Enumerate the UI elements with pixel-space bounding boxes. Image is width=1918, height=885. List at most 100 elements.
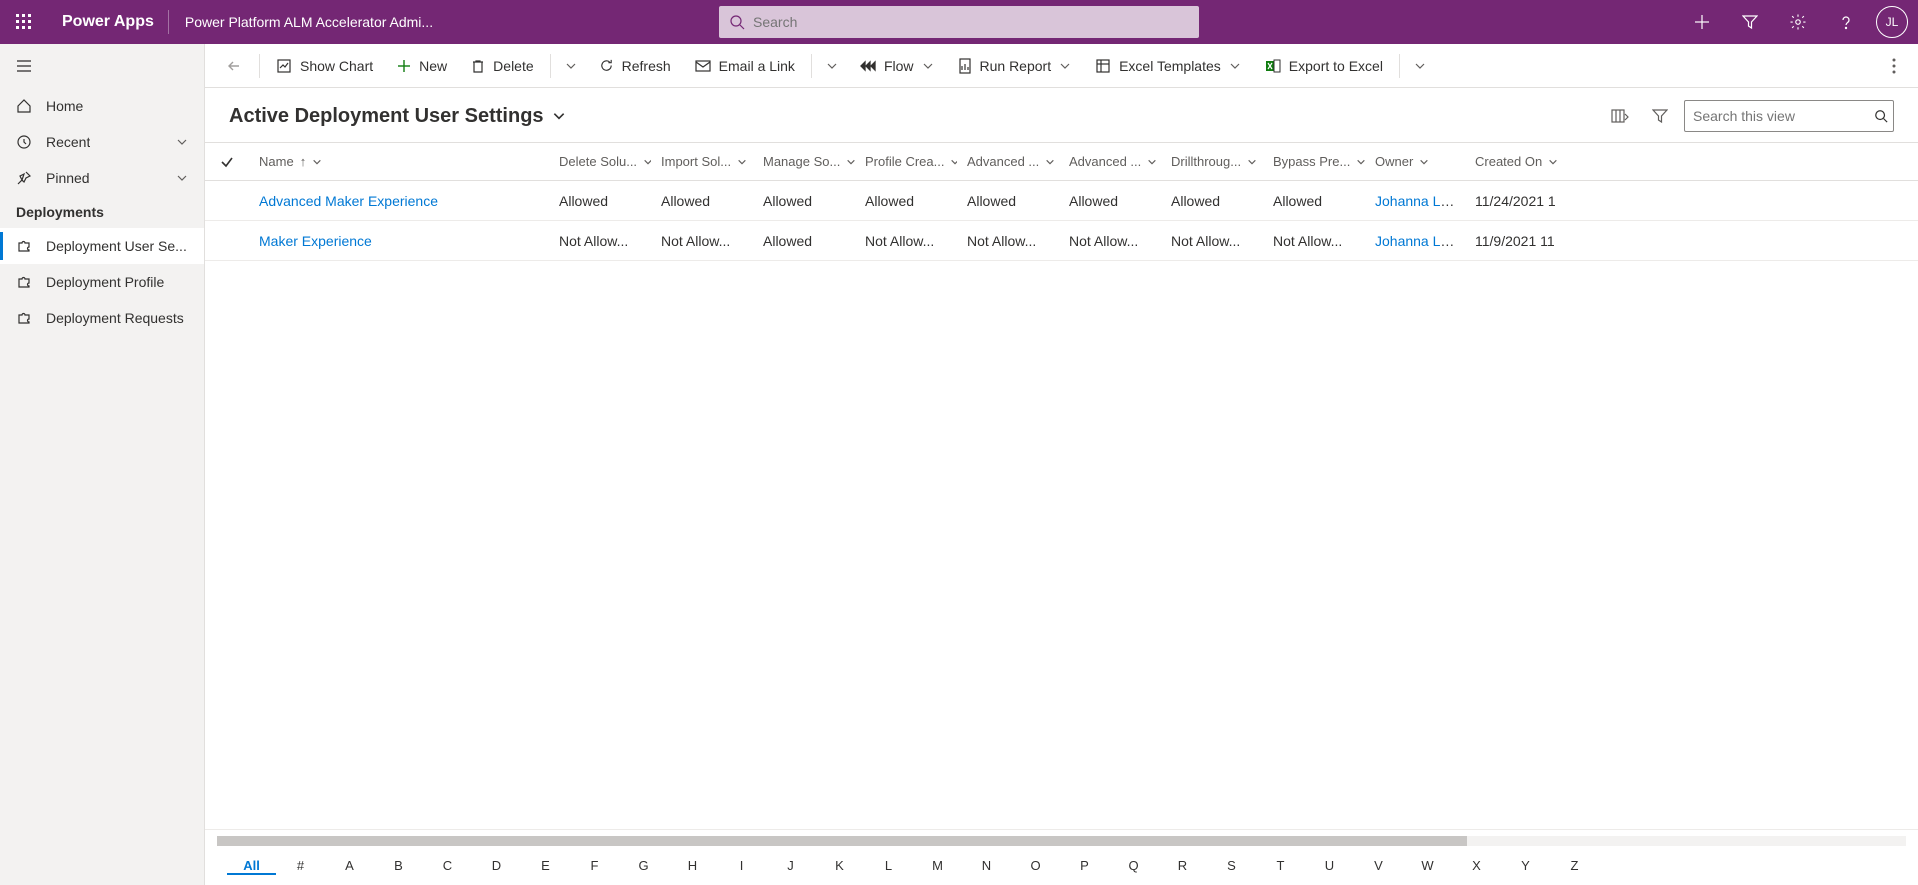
column-import-solution[interactable]: Import Sol... [651,154,753,169]
filter-view-button[interactable] [1644,100,1676,132]
index-letter[interactable]: J [766,858,815,875]
index-letter[interactable]: Y [1501,858,1550,875]
command-overflow[interactable] [1880,58,1908,74]
index-letter[interactable]: C [423,858,472,875]
record-link[interactable]: Advanced Maker Experience [259,193,438,209]
index-letter[interactable]: U [1305,858,1354,875]
nav-deployment-profile[interactable]: Deployment Profile [0,264,204,300]
record-link[interactable]: Maker Experience [259,233,372,249]
view-search-input[interactable] [1693,108,1874,124]
nav-recent[interactable]: Recent [0,124,204,160]
column-drillthrough[interactable]: Drillthroug... [1161,154,1263,169]
index-letter[interactable]: L [864,858,913,875]
index-letter[interactable]: Z [1550,858,1599,875]
index-letter[interactable]: M [913,858,962,875]
column-owner[interactable]: Owner [1365,154,1439,169]
view-selector[interactable]: Active Deployment User Settings [229,105,566,128]
index-letter[interactable]: B [374,858,423,875]
nav-deployment-requests[interactable]: Deployment Requests [0,300,204,336]
show-chart-button[interactable]: Show Chart [266,50,383,82]
cell-manage-solution: Allowed [753,233,855,249]
email-dropdown[interactable] [818,60,846,72]
column-delete-solution[interactable]: Delete Solu... [549,154,651,169]
index-letter[interactable]: O [1011,858,1060,875]
index-letter[interactable]: I [717,858,766,875]
table-row[interactable]: Advanced Maker ExperienceAllowedAllowedA… [205,181,1918,221]
mail-icon [695,59,711,73]
index-letter[interactable]: E [521,858,570,875]
index-letter[interactable]: N [962,858,1011,875]
index-letter[interactable]: Q [1109,858,1158,875]
index-letter[interactable]: P [1060,858,1109,875]
global-search[interactable] [719,6,1199,38]
user-avatar[interactable]: JL [1876,6,1908,38]
add-button[interactable] [1678,0,1726,44]
column-bypass[interactable]: Bypass Pre... [1263,154,1365,169]
scrollbar-thumb[interactable] [217,836,1467,846]
nav-home[interactable]: Home [0,88,204,124]
edit-columns-button[interactable] [1604,100,1636,132]
table-row[interactable]: Maker ExperienceNot Allow...Not Allow...… [205,221,1918,261]
cell-bypass: Not Allow... [1263,233,1365,249]
chevron-down-icon [1247,157,1257,167]
select-all-checkbox[interactable] [220,155,234,169]
grid-footer: All#ABCDEFGHIJKLMNOPQRSTUVWXYZ [205,829,1918,885]
column-name[interactable]: Name ↑ [249,154,332,169]
index-letter[interactable]: V [1354,858,1403,875]
run-report-button[interactable]: Run Report [948,50,1082,82]
column-advanced-1[interactable]: Advanced ... [957,154,1059,169]
owner-link[interactable]: Johanna Loren [1375,193,1465,209]
chevron-down-icon [1229,60,1241,72]
refresh-button[interactable]: Refresh [589,50,681,82]
app-name[interactable]: Power Apps [48,13,168,31]
filter-button[interactable] [1726,0,1774,44]
sidebar-toggle[interactable] [0,44,204,88]
nav-deployment-user-settings-label: Deployment User Se... [46,238,187,254]
index-letter[interactable]: T [1256,858,1305,875]
index-letter[interactable]: K [815,858,864,875]
chevron-down-icon [176,172,188,184]
cell-advanced-1: Allowed [957,193,1059,209]
app-launcher-icon[interactable] [0,0,48,44]
excel-templates-icon [1095,58,1111,74]
email-link-button[interactable]: Email a Link [685,50,805,82]
delete-button[interactable]: Delete [461,50,543,82]
view-search[interactable] [1684,100,1894,132]
index-letter[interactable]: F [570,858,619,875]
nav-pinned[interactable]: Pinned [0,160,204,196]
nav-deployment-user-settings[interactable]: Deployment User Se... [0,228,204,264]
index-letter[interactable]: A [325,858,374,875]
index-letter[interactable]: D [472,858,521,875]
index-letter[interactable]: R [1158,858,1207,875]
excel-templates-label: Excel Templates [1119,58,1221,74]
horizontal-scrollbar[interactable] [217,836,1906,848]
column-advanced-2[interactable]: Advanced ... [1059,154,1161,169]
index-letter[interactable]: W [1403,858,1452,875]
column-profile-creation[interactable]: Profile Crea... [855,154,957,169]
index-letter[interactable]: H [668,858,717,875]
column-created-on[interactable]: Created On [1465,154,1568,169]
flow-button[interactable]: Flow [850,50,944,82]
help-button[interactable] [1822,0,1870,44]
cell-advanced-2: Not Allow... [1059,233,1161,249]
new-button[interactable]: New [387,50,457,82]
excel-templates-button[interactable]: Excel Templates [1085,50,1251,82]
index-letter[interactable]: All [227,858,276,875]
index-letter[interactable]: X [1452,858,1501,875]
column-manage-solution[interactable]: Manage So... [753,154,855,169]
breadcrumb[interactable]: Power Platform ALM Accelerator Admi... [169,14,449,30]
nav-home-label: Home [46,98,83,114]
export-excel-button[interactable]: Export to Excel [1255,50,1393,82]
cell-drillthrough: Not Allow... [1161,233,1263,249]
export-dropdown[interactable] [1406,60,1434,72]
cell-delete-solution: Not Allow... [549,233,651,249]
index-letter[interactable]: S [1207,858,1256,875]
index-letter[interactable]: G [619,858,668,875]
back-button[interactable] [215,50,253,82]
delete-dropdown[interactable] [557,60,585,72]
index-letter[interactable]: # [276,858,325,875]
global-search-input[interactable] [753,14,1189,30]
owner-link[interactable]: Johanna Loren [1375,233,1465,249]
settings-button[interactable] [1774,0,1822,44]
nav-deployment-requests-label: Deployment Requests [46,310,184,326]
